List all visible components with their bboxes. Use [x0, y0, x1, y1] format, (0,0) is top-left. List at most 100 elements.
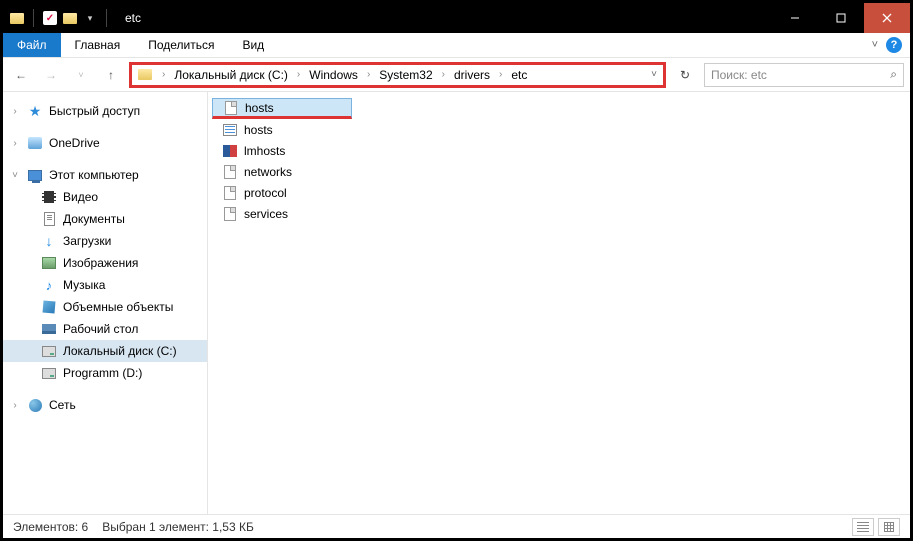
download-icon: ↓ — [41, 233, 57, 249]
cube-icon — [41, 299, 57, 315]
nav-recent-dropdown[interactable]: ˅ — [69, 63, 93, 87]
chevron-right-icon[interactable]: › — [440, 69, 447, 80]
file-name: hosts — [244, 123, 273, 137]
file-icon — [223, 100, 239, 116]
search-placeholder: Поиск: etc — [711, 68, 767, 82]
sidebar-label: OneDrive — [49, 136, 100, 150]
sidebar-label: Локальный диск (C:) — [63, 344, 177, 358]
address-bar[interactable]: › Локальный диск (C:) › Windows › System… — [129, 62, 666, 88]
folder-icon — [9, 10, 25, 26]
dropdown-icon[interactable]: ▾ — [82, 10, 98, 26]
desktop-icon — [41, 321, 57, 337]
menu-file[interactable]: Файл — [3, 33, 61, 57]
toolbar: ← → ˅ ↑ › Локальный диск (C:) › Windows … — [3, 58, 910, 92]
sidebar-label: Programm (D:) — [63, 366, 142, 380]
folder-icon — [136, 66, 154, 84]
file-item[interactable]: services — [212, 203, 352, 224]
file-icon — [222, 206, 238, 222]
sidebar-quick-access[interactable]: › ★ Быстрый доступ — [3, 100, 207, 122]
file-name: protocol — [244, 186, 287, 200]
sidebar-downloads[interactable]: ↓ Загрузки — [3, 230, 207, 252]
picture-icon — [41, 255, 57, 271]
status-bar: Элементов: 6 Выбран 1 элемент: 1,53 КБ — [3, 514, 910, 538]
file-item[interactable]: hosts — [212, 119, 352, 140]
file-name: hosts — [245, 101, 274, 115]
file-icon — [222, 185, 238, 201]
search-input[interactable]: Поиск: etc ⌕ — [704, 63, 904, 87]
nav-back-button[interactable]: ← — [9, 63, 33, 87]
globe-icon — [27, 397, 43, 413]
close-button[interactable] — [864, 3, 910, 33]
sidebar-pictures[interactable]: Изображения — [3, 252, 207, 274]
properties-icon[interactable]: ✓ — [42, 10, 58, 26]
refresh-button[interactable]: ↻ — [672, 63, 698, 87]
breadcrumb-item[interactable]: etc — [506, 66, 532, 84]
file-item[interactable]: lmhosts — [212, 140, 352, 161]
sidebar-documents[interactable]: Документы — [3, 208, 207, 230]
minimize-button[interactable] — [772, 3, 818, 33]
breadcrumb-item[interactable]: Windows — [304, 66, 363, 84]
address-dropdown-icon[interactable]: ˅ — [651, 69, 657, 80]
help-icon[interactable]: ? — [886, 37, 902, 53]
selection-info: Выбран 1 элемент: 1,53 КБ — [102, 520, 254, 534]
sidebar-3d-objects[interactable]: Объемные объекты — [3, 296, 207, 318]
maximize-button[interactable] — [818, 3, 864, 33]
folder-icon[interactable] — [62, 10, 78, 26]
chevron-right-icon[interactable]: › — [9, 138, 21, 149]
sidebar-label: Этот компьютер — [49, 168, 139, 182]
titlebar: ✓ ▾ etc — [3, 3, 910, 33]
menu-view[interactable]: Вид — [228, 33, 278, 57]
file-item[interactable]: hosts — [212, 98, 352, 119]
menu-home[interactable]: Главная — [61, 33, 135, 57]
nav-up-button[interactable]: ↑ — [99, 63, 123, 87]
file-item[interactable]: networks — [212, 161, 352, 182]
chevron-right-icon[interactable]: › — [295, 69, 302, 80]
sidebar-label: Изображения — [63, 256, 138, 270]
chevron-right-icon[interactable]: › — [497, 69, 504, 80]
breadcrumb-item[interactable]: Локальный диск (C:) — [169, 66, 293, 84]
sidebar-this-pc[interactable]: ˅ Этот компьютер — [3, 164, 207, 186]
chevron-right-icon[interactable]: › — [160, 69, 167, 80]
sidebar-label: Музыка — [63, 278, 105, 292]
file-icon — [222, 164, 238, 180]
chevron-right-icon[interactable]: › — [9, 400, 21, 411]
lmhosts-icon — [222, 143, 238, 159]
sidebar-label: Объемные объекты — [63, 300, 173, 314]
sidebar-label: Рабочий стол — [63, 322, 138, 336]
breadcrumb-item[interactable]: System32 — [374, 66, 437, 84]
search-icon: ⌕ — [890, 67, 897, 82]
sidebar-label: Загрузки — [63, 234, 111, 248]
view-icons-button[interactable] — [878, 518, 900, 536]
breadcrumb: › Локальный диск (C:) › Windows › System… — [160, 66, 532, 84]
sidebar-programm-d[interactable]: Programm (D:) — [3, 362, 207, 384]
chevron-right-icon[interactable]: › — [9, 106, 21, 117]
breadcrumb-item[interactable]: drivers — [449, 66, 495, 84]
file-name: networks — [244, 165, 292, 179]
file-name: services — [244, 207, 288, 221]
file-list[interactable]: hosts hosts lmhosts networks protocol se… — [208, 92, 910, 514]
window-title: etc — [125, 11, 141, 25]
monitor-icon — [27, 167, 43, 183]
disk-icon — [41, 343, 57, 359]
expand-ribbon-icon[interactable]: ˅ — [872, 39, 878, 51]
menu-share[interactable]: Поделиться — [134, 33, 228, 57]
navigation-pane: › ★ Быстрый доступ › OneDrive ˅ Этот ком… — [3, 92, 208, 514]
sidebar-label: Сеть — [49, 398, 76, 412]
nav-forward-button[interactable]: → — [39, 63, 63, 87]
sidebar-local-disk-c[interactable]: Локальный диск (C:) — [3, 340, 207, 362]
view-details-button[interactable] — [852, 518, 874, 536]
sidebar-network[interactable]: › Сеть — [3, 394, 207, 416]
sidebar-videos[interactable]: Видео — [3, 186, 207, 208]
film-icon — [41, 189, 57, 205]
ribbon-tabs: Файл Главная Поделиться Вид ˅ ? — [3, 33, 910, 58]
music-icon: ♪ — [41, 277, 57, 293]
chevron-down-icon[interactable]: ˅ — [9, 170, 21, 181]
file-item[interactable]: protocol — [212, 182, 352, 203]
document-icon — [41, 211, 57, 227]
chevron-right-icon[interactable]: › — [365, 69, 372, 80]
sidebar-label: Документы — [63, 212, 125, 226]
sidebar-music[interactable]: ♪ Музыка — [3, 274, 207, 296]
sidebar-desktop[interactable]: Рабочий стол — [3, 318, 207, 340]
cloud-icon — [27, 135, 43, 151]
sidebar-onedrive[interactable]: › OneDrive — [3, 132, 207, 154]
